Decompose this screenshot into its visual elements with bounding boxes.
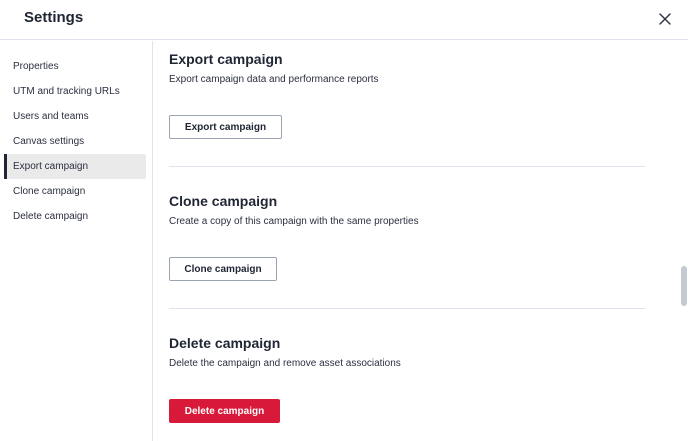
export-section-title: Export campaign xyxy=(169,51,283,67)
sidebar-item-utm-tracking-urls[interactable]: UTM and tracking URLs xyxy=(4,79,146,104)
section-divider xyxy=(169,308,645,309)
clone-section-title: Clone campaign xyxy=(169,193,278,209)
delete-section-title: Delete campaign xyxy=(169,335,281,351)
settings-dialog: Settings Properties UTM and tracking URL… xyxy=(0,0,688,441)
scrollbar-thumb[interactable] xyxy=(681,266,687,306)
sidebar-item-clone-campaign[interactable]: Clone campaign xyxy=(4,179,146,204)
sidebar-item-properties[interactable]: Properties xyxy=(4,54,146,79)
export-campaign-button[interactable]: Export campaign xyxy=(169,115,282,139)
sidebar-item-canvas-settings[interactable]: Canvas settings xyxy=(4,129,146,154)
dialog-header: Settings xyxy=(0,0,688,40)
section-divider xyxy=(169,166,645,167)
close-icon xyxy=(659,13,671,25)
export-section-description: Export campaign data and performance rep… xyxy=(169,74,379,85)
settings-sidebar: Properties UTM and tracking URLs Users a… xyxy=(0,41,153,441)
clone-section-description: Create a copy of this campaign with the … xyxy=(169,216,419,227)
dialog-title: Settings xyxy=(24,9,84,26)
content-scrollbar[interactable] xyxy=(680,41,688,441)
settings-content: Export campaign Export campaign data and… xyxy=(154,41,688,441)
delete-campaign-button[interactable]: Delete campaign xyxy=(169,399,280,423)
sidebar-item-users-teams[interactable]: Users and teams xyxy=(4,104,146,129)
clone-campaign-button[interactable]: Clone campaign xyxy=(169,257,277,281)
delete-section-description: Delete the campaign and remove asset ass… xyxy=(169,358,401,369)
sidebar-item-delete-campaign[interactable]: Delete campaign xyxy=(4,204,146,229)
sidebar-item-export-campaign[interactable]: Export campaign xyxy=(4,154,146,179)
close-button[interactable] xyxy=(656,10,674,28)
